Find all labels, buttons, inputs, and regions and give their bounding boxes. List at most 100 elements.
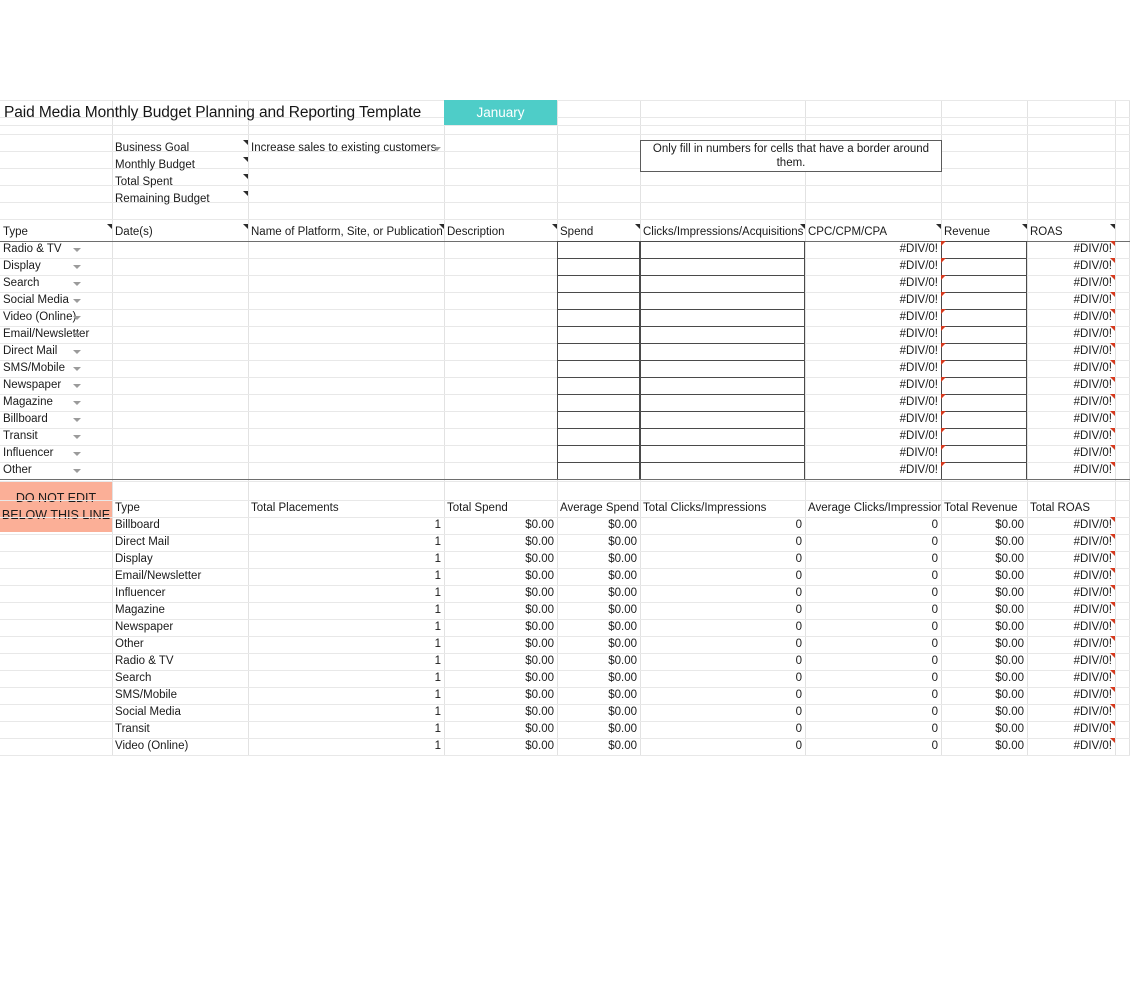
main-cell-platform[interactable] <box>248 360 444 377</box>
budget-field-value-0[interactable]: Increase sales to existing customers <box>248 140 444 157</box>
editable-cell-border[interactable] <box>941 343 1027 361</box>
editable-cell-border[interactable] <box>941 275 1027 293</box>
main-cell-roas[interactable]: #DIV/0! <box>1027 360 1115 377</box>
editable-cell-border[interactable] <box>941 309 1027 327</box>
editable-cell-border[interactable] <box>557 292 640 310</box>
editable-cell-border[interactable] <box>640 360 805 378</box>
editable-cell-border[interactable] <box>557 428 640 446</box>
editable-cell-border[interactable] <box>557 377 640 395</box>
main-cell-dates[interactable] <box>112 241 248 258</box>
editable-cell-border[interactable] <box>941 258 1027 276</box>
editable-cell-border[interactable] <box>640 445 805 463</box>
editable-cell-border[interactable] <box>557 411 640 429</box>
main-cell-cpc[interactable]: #DIV/0! <box>805 411 941 428</box>
editable-cell-border[interactable] <box>557 394 640 412</box>
main-cell-roas[interactable]: #DIV/0! <box>1027 445 1115 462</box>
editable-cell-border[interactable] <box>941 241 1027 259</box>
editable-cell-border[interactable] <box>640 292 805 310</box>
main-cell-cpc[interactable]: #DIV/0! <box>805 241 941 258</box>
chevron-down-icon[interactable] <box>73 384 81 388</box>
editable-cell-border[interactable] <box>557 445 640 463</box>
main-cell-dates[interactable] <box>112 326 248 343</box>
chevron-down-icon[interactable] <box>73 418 81 422</box>
editable-cell-border[interactable] <box>557 258 640 276</box>
main-cell-cpc[interactable]: #DIV/0! <box>805 394 941 411</box>
chevron-down-icon[interactable] <box>73 350 81 354</box>
main-cell-dates[interactable] <box>112 428 248 445</box>
main-cell-description[interactable] <box>444 309 557 326</box>
main-cell-roas[interactable]: #DIV/0! <box>1027 411 1115 428</box>
main-cell-platform[interactable] <box>248 394 444 411</box>
editable-cell-border[interactable] <box>557 343 640 361</box>
main-cell-cpc[interactable]: #DIV/0! <box>805 292 941 309</box>
main-cell-platform[interactable] <box>248 326 444 343</box>
main-cell-dates[interactable] <box>112 360 248 377</box>
main-cell-dates[interactable] <box>112 411 248 428</box>
editable-cell-border[interactable] <box>557 275 640 293</box>
main-cell-type[interactable]: Other <box>0 462 112 479</box>
main-cell-type[interactable]: Display <box>0 258 112 275</box>
main-cell-platform[interactable] <box>248 292 444 309</box>
editable-cell-border[interactable] <box>941 394 1027 412</box>
editable-cell-border[interactable] <box>557 309 640 327</box>
main-cell-type[interactable]: Email/Newsletter <box>0 326 112 343</box>
main-cell-dates[interactable] <box>112 394 248 411</box>
main-cell-cpc[interactable]: #DIV/0! <box>805 326 941 343</box>
chevron-down-icon[interactable] <box>73 299 81 303</box>
main-cell-cpc[interactable]: #DIV/0! <box>805 309 941 326</box>
editable-cell-border[interactable] <box>557 326 640 344</box>
main-cell-roas[interactable]: #DIV/0! <box>1027 394 1115 411</box>
main-cell-cpc[interactable]: #DIV/0! <box>805 343 941 360</box>
main-cell-description[interactable] <box>444 241 557 258</box>
main-cell-roas[interactable]: #DIV/0! <box>1027 258 1115 275</box>
main-cell-cpc[interactable]: #DIV/0! <box>805 445 941 462</box>
main-cell-platform[interactable] <box>248 377 444 394</box>
main-cell-type[interactable]: Radio & TV <box>0 241 112 258</box>
editable-cell-border[interactable] <box>640 309 805 327</box>
main-cell-description[interactable] <box>444 275 557 292</box>
chevron-down-icon[interactable] <box>73 435 81 439</box>
main-cell-cpc[interactable]: #DIV/0! <box>805 428 941 445</box>
chevron-down-icon[interactable] <box>73 316 81 320</box>
editable-cell-border[interactable] <box>557 360 640 378</box>
editable-cell-border[interactable] <box>941 326 1027 344</box>
main-cell-dates[interactable] <box>112 462 248 479</box>
editable-cell-border[interactable] <box>640 275 805 293</box>
main-cell-type[interactable]: Search <box>0 275 112 292</box>
main-cell-dates[interactable] <box>112 292 248 309</box>
editable-cell-border[interactable] <box>557 241 640 259</box>
editable-cell-border[interactable] <box>640 428 805 446</box>
main-cell-platform[interactable] <box>248 445 444 462</box>
main-cell-cpc[interactable]: #DIV/0! <box>805 275 941 292</box>
editable-cell-border[interactable] <box>640 411 805 429</box>
editable-cell-border[interactable] <box>640 326 805 344</box>
editable-cell-border[interactable] <box>640 394 805 412</box>
main-cell-description[interactable] <box>444 428 557 445</box>
editable-cell-border[interactable] <box>941 445 1027 463</box>
editable-cell-border[interactable] <box>640 462 805 480</box>
month-cell[interactable]: January <box>444 100 557 125</box>
main-cell-platform[interactable] <box>248 343 444 360</box>
main-cell-platform[interactable] <box>248 462 444 479</box>
main-cell-type[interactable]: Newspaper <box>0 377 112 394</box>
chevron-down-icon[interactable] <box>73 248 81 252</box>
main-cell-cpc[interactable]: #DIV/0! <box>805 377 941 394</box>
main-cell-description[interactable] <box>444 292 557 309</box>
main-cell-roas[interactable]: #DIV/0! <box>1027 292 1115 309</box>
main-cell-dates[interactable] <box>112 309 248 326</box>
chevron-down-icon[interactable] <box>73 469 81 473</box>
main-cell-roas[interactable]: #DIV/0! <box>1027 343 1115 360</box>
editable-cell-border[interactable] <box>640 377 805 395</box>
main-cell-platform[interactable] <box>248 411 444 428</box>
chevron-down-icon[interactable] <box>73 367 81 371</box>
main-cell-platform[interactable] <box>248 275 444 292</box>
main-cell-description[interactable] <box>444 258 557 275</box>
main-cell-roas[interactable]: #DIV/0! <box>1027 428 1115 445</box>
editable-cell-border[interactable] <box>941 377 1027 395</box>
editable-cell-border[interactable] <box>640 241 805 259</box>
main-cell-description[interactable] <box>444 360 557 377</box>
spreadsheet-canvas[interactable]: Paid Media Monthly Budget Planning and R… <box>0 0 1130 1000</box>
main-cell-cpc[interactable]: #DIV/0! <box>805 462 941 479</box>
main-cell-description[interactable] <box>444 445 557 462</box>
main-cell-type[interactable]: Magazine <box>0 394 112 411</box>
